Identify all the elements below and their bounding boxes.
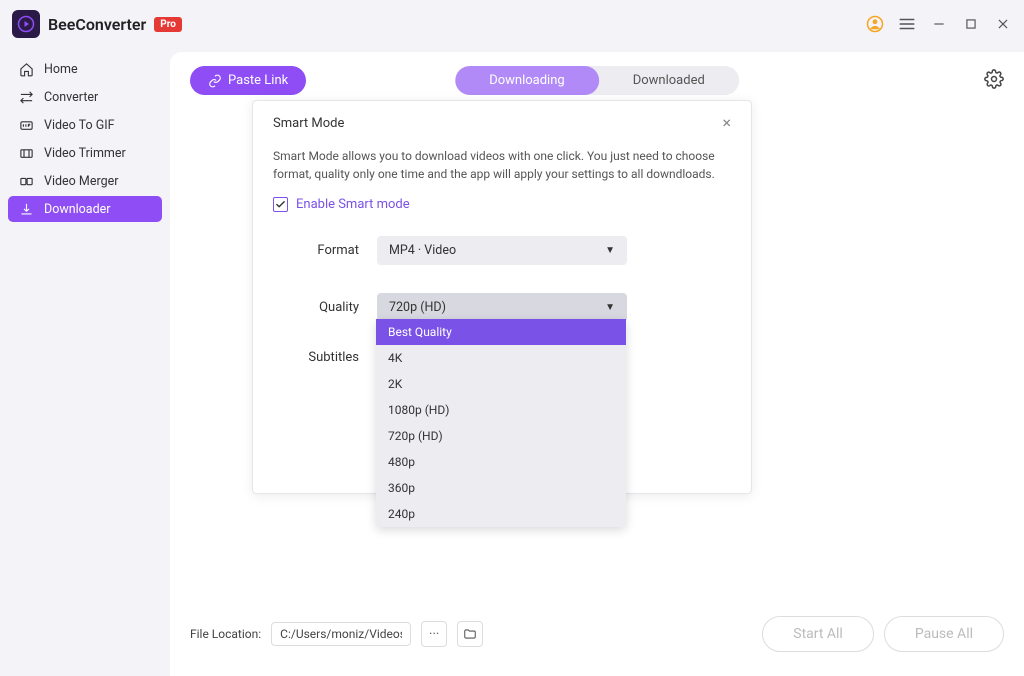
merger-icon: [18, 173, 34, 189]
pause-all-button[interactable]: Pause All: [884, 616, 1004, 652]
format-row: Format MP4 · Video ▼: [273, 236, 731, 265]
start-all-button[interactable]: Start All: [762, 616, 874, 652]
format-value: MP4 · Video: [389, 243, 456, 258]
titlebar: BeeConverter Pro: [0, 0, 1024, 48]
home-icon: [18, 61, 34, 77]
sidebar-item-label: Downloader: [44, 202, 111, 217]
menu-icon[interactable]: [898, 15, 916, 33]
titlebar-right: [866, 15, 1012, 33]
file-location-input[interactable]: [271, 622, 411, 646]
modal-description: Smart Mode allows you to download videos…: [273, 147, 731, 183]
converter-icon: [18, 89, 34, 105]
modal-header: Smart Mode ×: [253, 101, 751, 141]
enable-smart-mode-row: Enable Smart mode: [273, 197, 731, 212]
app-name: BeeConverter: [48, 15, 146, 34]
downloader-icon: [18, 201, 34, 217]
file-location-label: File Location:: [190, 627, 261, 641]
sidebar-item-home[interactable]: Home: [8, 56, 162, 82]
sidebar-item-label: Converter: [44, 90, 98, 105]
subtitles-label: Subtitles: [273, 350, 377, 365]
sidebar-item-merger[interactable]: Video Merger: [8, 168, 162, 194]
sidebar-item-downloader[interactable]: Downloader: [8, 196, 162, 222]
paste-link-label: Paste Link: [228, 73, 288, 88]
tab-downloading[interactable]: Downloading: [455, 66, 599, 95]
trimmer-icon: [18, 145, 34, 161]
sidebar-item-label: Video To GIF: [44, 118, 115, 133]
sidebar-item-converter[interactable]: Converter: [8, 84, 162, 110]
sidebar-item-label: Home: [44, 62, 78, 77]
quality-option-240p[interactable]: 240p: [376, 501, 626, 527]
sidebar: Home Converter Video To GIF Video Trimme…: [0, 48, 170, 676]
format-select[interactable]: MP4 · Video ▼: [377, 236, 627, 265]
enable-smart-mode-label: Enable Smart mode: [296, 197, 410, 212]
sidebar-item-trimmer[interactable]: Video Trimmer: [8, 140, 162, 166]
tab-downloaded[interactable]: Downloaded: [599, 66, 739, 95]
quality-option-4k[interactable]: 4K: [376, 345, 626, 371]
quality-option-2k[interactable]: 2K: [376, 371, 626, 397]
minimize-icon[interactable]: [930, 15, 948, 33]
quality-option-720p[interactable]: 720p (HD): [376, 423, 626, 449]
modal-title: Smart Mode: [273, 116, 344, 131]
quality-option-1080p[interactable]: 1080p (HD): [376, 397, 626, 423]
quality-row: Quality 720p (HD) ▼: [273, 293, 731, 322]
titlebar-left: BeeConverter Pro: [12, 10, 182, 38]
paste-link-button[interactable]: Paste Link: [190, 66, 306, 95]
sidebar-item-label: Video Trimmer: [44, 146, 126, 161]
format-label: Format: [273, 243, 377, 258]
enable-smart-mode-checkbox[interactable]: [273, 197, 288, 212]
open-folder-button[interactable]: [457, 621, 483, 647]
chevron-down-icon: ▼: [605, 245, 615, 256]
file-location-more-button[interactable]: ···: [421, 621, 447, 647]
quality-label: Quality: [273, 300, 377, 315]
chevron-down-icon: ▼: [605, 302, 615, 313]
quality-option-480p[interactable]: 480p: [376, 449, 626, 475]
close-icon[interactable]: [994, 15, 1012, 33]
gif-icon: [18, 117, 34, 133]
tabbar: Downloading Downloaded: [455, 66, 739, 95]
modal-close-button[interactable]: ×: [722, 115, 731, 131]
pro-badge: Pro: [154, 17, 182, 32]
sidebar-item-gif[interactable]: Video To GIF: [8, 112, 162, 138]
quality-option-best[interactable]: Best Quality: [376, 319, 626, 345]
settings-icon[interactable]: [984, 69, 1004, 93]
app-logo: [12, 10, 40, 38]
quality-dropdown-list: Best Quality 4K 2K 1080p (HD) 720p (HD) …: [376, 319, 626, 527]
quality-option-360p[interactable]: 360p: [376, 475, 626, 501]
maximize-icon[interactable]: [962, 15, 980, 33]
sidebar-item-label: Video Merger: [44, 174, 118, 189]
user-icon[interactable]: [866, 15, 884, 33]
quality-select[interactable]: 720p (HD) ▼: [377, 293, 627, 322]
footer: File Location: ··· Start All Pause All: [170, 602, 1024, 676]
quality-value: 720p (HD): [389, 300, 446, 315]
